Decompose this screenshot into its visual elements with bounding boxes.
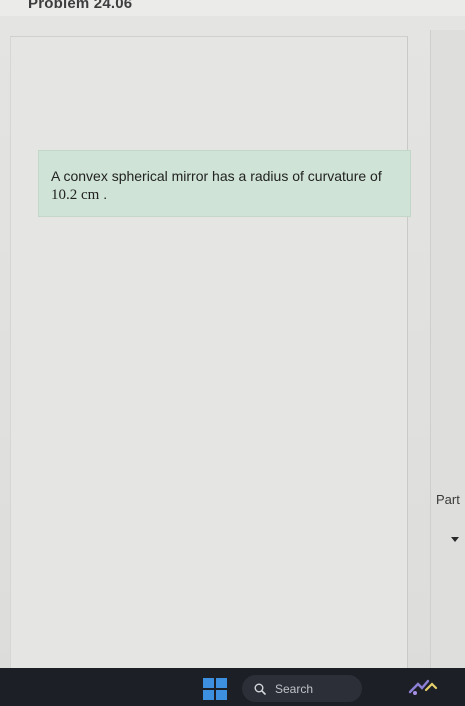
caret-down-icon[interactable] <box>451 537 459 542</box>
radius-value: 10.2 cm <box>51 187 100 203</box>
header-strip: Problem 24.06 <box>0 0 465 16</box>
search-icon <box>254 683 266 695</box>
windows-start-button[interactable] <box>203 678 227 700</box>
part-tab[interactable]: Part <box>436 492 460 507</box>
windows-logo-icon-pane <box>216 678 227 688</box>
search-label: Search <box>275 681 314 696</box>
weather-widget-icon[interactable] <box>406 678 440 698</box>
taskbar: Search <box>0 668 465 706</box>
content-panel <box>10 36 408 668</box>
windows-logo-icon-pane <box>216 690 227 700</box>
browser-viewport: Problem 24.06 A convex spherical mirror … <box>0 0 465 706</box>
taskbar-search-box[interactable]: Search <box>242 675 362 702</box>
side-panel <box>430 30 465 670</box>
problem-statement: A convex spherical mirror has a radius o… <box>38 150 411 217</box>
problem-text: A convex spherical mirror has a radius o… <box>51 168 382 184</box>
problem-text-end: . <box>99 186 108 202</box>
windows-logo-icon <box>203 678 214 688</box>
page-title: Problem 24.06 <box>28 0 133 12</box>
windows-logo-icon-pane <box>203 690 214 700</box>
